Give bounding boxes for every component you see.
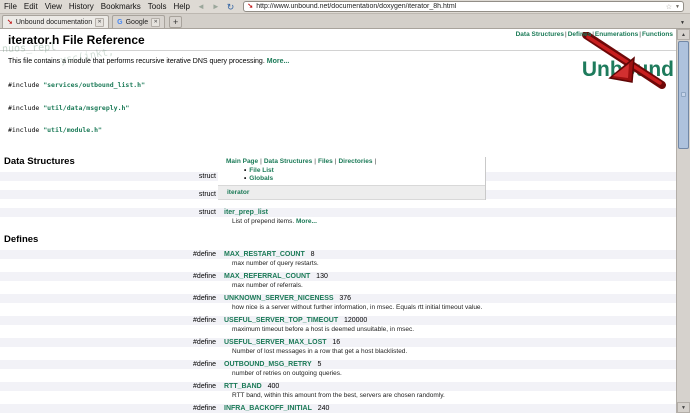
- nav-tab-data-structures[interactable]: Data Structures: [264, 158, 312, 165]
- vertical-scrollbar[interactable]: ▲ ▼: [676, 29, 690, 413]
- menu-history[interactable]: History: [69, 2, 94, 11]
- define-link[interactable]: RTT_BAND 400: [224, 382, 676, 391]
- url-dropdown-icon[interactable]: ▼: [675, 4, 680, 10]
- doxygen-nav-tabs: Main Page|Data Structures|Files|Director…: [218, 157, 485, 167]
- new-tab-button[interactable]: +: [169, 16, 182, 28]
- tab-bar: ➘ Unbound documentation ✕ G Google ✕ + ▼: [0, 14, 690, 29]
- scroll-down-icon[interactable]: ▼: [677, 402, 690, 413]
- menu-bookmarks[interactable]: Bookmarks: [101, 2, 141, 11]
- tab-google[interactable]: G Google ✕: [112, 15, 165, 28]
- define-link[interactable]: MAX_RESTART_COUNT 8: [224, 250, 676, 259]
- menu-edit[interactable]: Edit: [24, 2, 38, 11]
- section-heading-defines: Defines: [0, 234, 676, 245]
- page-content: Data Structures|Defines|Enumerations|Fun…: [0, 29, 690, 413]
- site-favicon: ➘: [247, 2, 253, 11]
- table-row: #define MAX_REFERRAL_COUNT 130: [0, 270, 676, 281]
- url-input[interactable]: http://www.unbound.net/documentation/dox…: [256, 3, 663, 10]
- menu-file[interactable]: File: [4, 2, 17, 11]
- nav-tab-files[interactable]: Files: [318, 158, 333, 165]
- nav-tab-directories[interactable]: Directories: [338, 158, 372, 165]
- tab-title: Unbound documentation: [16, 19, 92, 26]
- nav-path-tab-iterator[interactable]: iterator: [218, 185, 485, 200]
- quicklink-enumerations[interactable]: Enumerations: [595, 31, 638, 38]
- nav-tab-main-page[interactable]: Main Page: [226, 158, 258, 165]
- nav-link-file-list[interactable]: •File List: [244, 167, 485, 175]
- unbound-logo: Unbound: [566, 32, 686, 90]
- define-link[interactable]: OUTBOUND_MSG_RETRY 5: [224, 360, 676, 369]
- back-icon[interactable]: ◄: [197, 2, 205, 12]
- menu-tools[interactable]: Tools: [148, 2, 167, 11]
- defines-section: Defines #define MAX_RESTART_COUNT 8 max …: [0, 234, 676, 414]
- table-row: #define UNKNOWN_SERVER_NICENESS 376: [0, 292, 676, 303]
- table-row: struct iter_prep_list: [0, 206, 676, 217]
- reload-icon[interactable]: ↻: [227, 2, 235, 12]
- bookmark-star-icon[interactable]: ☆: [666, 3, 672, 11]
- data-structures-section: Data Structures struct struct struct ite…: [0, 156, 676, 228]
- scroll-up-icon[interactable]: ▲: [677, 29, 690, 40]
- scrollbar-thumb[interactable]: [678, 41, 689, 149]
- nav-link-globals[interactable]: •Globals: [244, 175, 485, 183]
- define-link[interactable]: USEFUL_SERVER_MAX_LOST 16: [224, 338, 676, 347]
- table-row: #define INFRA_BACKOFF_INITIAL 240: [0, 402, 676, 413]
- unbound-logo-arrow-icon: [566, 32, 686, 90]
- include-line: #include "util/data/msgreply.h": [8, 105, 676, 113]
- tab-close-icon[interactable]: ✕: [95, 18, 104, 27]
- table-row: #define USEFUL_SERVER_MAX_LOST 16: [0, 336, 676, 347]
- table-row: #define USEFUL_SERVER_TOP_TIMEOUT 120000: [0, 314, 676, 325]
- url-bar[interactable]: ➘ http://www.unbound.net/documentation/d…: [243, 1, 684, 12]
- menu-view[interactable]: View: [45, 2, 62, 11]
- define-link[interactable]: INFRA_BACKOFF_INITIAL 240: [224, 404, 676, 413]
- table-row: #define MAX_RESTART_COUNT 8: [0, 248, 676, 259]
- define-link[interactable]: UNKNOWN_SERVER_NICENESS 376: [224, 294, 676, 303]
- struct-iter-prep-list-link[interactable]: iter_prep_list: [224, 208, 676, 217]
- google-icon: G: [117, 19, 122, 26]
- doxygen-nav-overlay: Main Page|Data Structures|Files|Director…: [218, 157, 486, 200]
- quicklink-functions[interactable]: Functions: [642, 31, 673, 38]
- tab-list-dropdown-icon[interactable]: ▼: [680, 20, 687, 28]
- quicklink-defines[interactable]: Defines: [568, 31, 591, 38]
- define-link[interactable]: USEFUL_SERVER_TOP_TIMEOUT 120000: [224, 316, 676, 325]
- define-link[interactable]: MAX_REFERRAL_COUNT 130: [224, 272, 676, 281]
- include-line: #include "util/module.h": [8, 127, 676, 135]
- quick-links: Data Structures|Defines|Enumerations|Fun…: [516, 31, 673, 38]
- quicklink-data-structures[interactable]: Data Structures: [516, 31, 564, 38]
- menu-help[interactable]: Help: [173, 2, 189, 11]
- tab-unbound-documentation[interactable]: ➘ Unbound documentation ✕: [2, 15, 109, 28]
- tab-close-icon[interactable]: ✕: [151, 18, 160, 27]
- tab-title: Google: [126, 19, 149, 26]
- table-row: #define RTT_BAND 400: [0, 380, 676, 391]
- forward-icon[interactable]: ►: [212, 2, 220, 12]
- menu-bar: File Edit View History Bookmarks Tools H…: [0, 0, 690, 14]
- table-row: #define OUTBOUND_MSG_RETRY 5: [0, 358, 676, 369]
- unbound-favicon: ➘: [7, 18, 13, 26]
